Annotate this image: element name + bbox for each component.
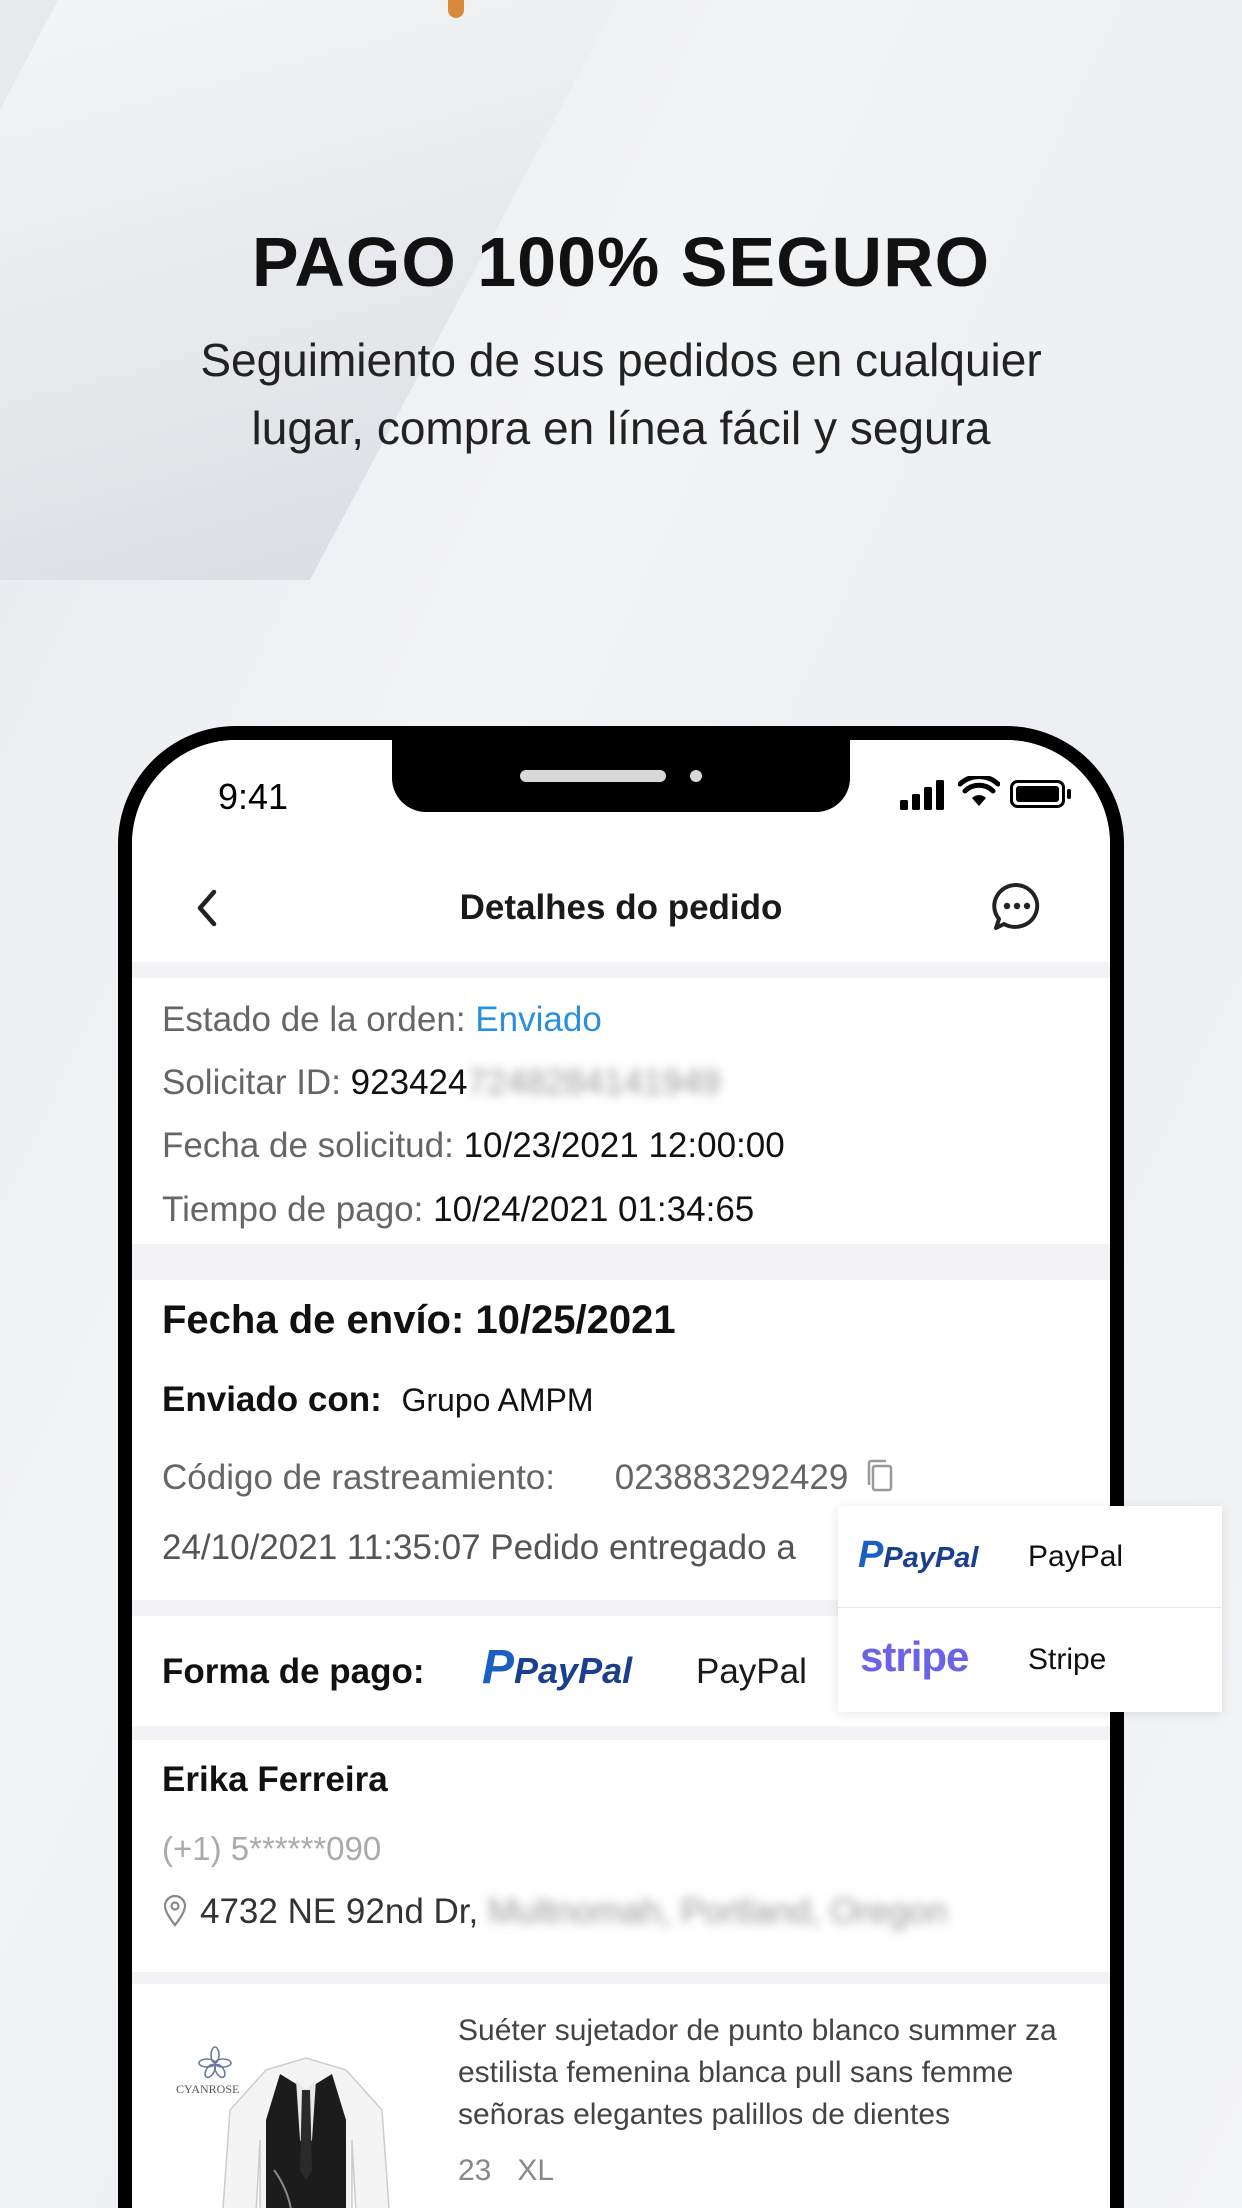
payment-label: Forma de pago: [162,1652,425,1691]
address-visible: 4732 NE 92nd Dr, [200,1892,479,1931]
location-pin-icon [163,1895,187,1927]
payment-method-name: PayPal [696,1652,807,1691]
product-card[interactable]: CYANROSE Suéter sujetador de punto blanc… [132,1984,1110,2208]
page-title: Detalhes do pedido [459,888,783,927]
product-image: CYANROSE [156,2010,412,2208]
phone-screen: 9:41 Detalhes do pedido Estado de la ord… [132,740,1110,2208]
product-garment-image [222,2057,390,2208]
stripe-option-label: Stripe [1028,1643,1107,1676]
status-time: 9:41 [218,776,289,817]
product-quantity: 23 [458,2154,492,2187]
product-size: XL [517,2154,555,2187]
order-id-hidden: 7248284141949 [467,1063,721,1102]
order-info-card: Estado de la orden: Enviado Solicitar ID… [132,978,1110,1244]
payment-option-paypal[interactable]: PPayPal PayPal [838,1506,1222,1608]
promo-headline: PAGO 100% SEGURO [251,223,991,301]
promo-subline: Seguimiento de sus pedidos en cualquier … [200,334,1042,454]
tracking-label: Código de rastreamiento: [162,1458,555,1497]
battery-icon [1010,780,1071,808]
pay-time-value: 10/24/2021 01:34:65 [433,1190,755,1229]
paypal-option-label: PayPal [1028,1540,1124,1573]
order-id-row: Solicitar ID: 9234247248284141949 [162,1063,721,1103]
customer-card: Erika Ferreira (+1) 5******090 4732 NE 9… [132,1740,1110,1972]
order-status-row: Estado de la orden: Enviado [162,1000,602,1040]
product-meta: 23 XL [458,2154,554,2188]
order-date-label: Fecha de solicitud: [162,1126,454,1165]
order-date-value: 10/23/2021 12:00:00 [463,1126,785,1165]
pay-time-row: Tiempo de pago: 10/24/2021 01:34:65 [162,1190,754,1230]
ship-date-row: Fecha de envío: 10/25/2021 [162,1298,676,1343]
paypal-logo: PPayPal [482,1641,633,1694]
wifi-icon [958,776,1000,806]
background-accent [448,0,464,18]
tracking-value: 023883292429 [614,1458,849,1497]
ship-date-value: 10/25/2021 [475,1298,676,1342]
payment-option-stripe[interactable]: stripe Stripe [838,1609,1222,1711]
stripe-option-logo: stripe [860,1633,969,1680]
carrier-label: Enviado con: [162,1380,382,1419]
payment-options-popup: PPayPal PayPal stripe Stripe [838,1506,1222,1712]
front-camera [690,770,702,782]
customer-name: Erika Ferreira [162,1760,388,1799]
customer-address: 4732 NE 92nd Dr, Multnomah, Portland, Or… [162,1892,947,1932]
order-id-value: 923424 [350,1063,468,1102]
signal-icon [900,780,944,810]
product-title: Suéter sujetador de punto blanco summer … [458,2014,1057,2131]
tracking-event: 24/10/2021 11:35:07 Pedido entregado a [162,1528,796,1567]
speaker-grille [520,770,666,782]
order-status-value: Enviado [475,1000,602,1039]
order-status-label: Estado de la orden: [162,1000,466,1039]
phone-notch [392,740,850,812]
order-id-label: Solicitar ID: [162,1063,341,1102]
tracking-row: Código de rastreamiento: 023883292429 [162,1458,894,1498]
ship-date-label: Fecha de envío: [162,1298,465,1342]
order-date-row: Fecha de solicitud: 10/23/2021 12:00:00 [162,1126,785,1166]
copy-icon[interactable] [866,1459,894,1493]
pay-time-label: Tiempo de pago: [162,1190,424,1229]
carrier-row: Enviado con: Grupo AMPM [162,1380,594,1420]
chat-icon[interactable] [990,880,1044,934]
paypal-option-logo: PPayPal [858,1534,979,1576]
nav-bar: Detalhes do pedido [132,852,1110,962]
address-hidden: Multnomah, Portland, Oregon [487,1892,948,1931]
carrier-value: Grupo AMPM [401,1382,594,1418]
customer-phone: (+1) 5******090 [162,1830,382,1867]
